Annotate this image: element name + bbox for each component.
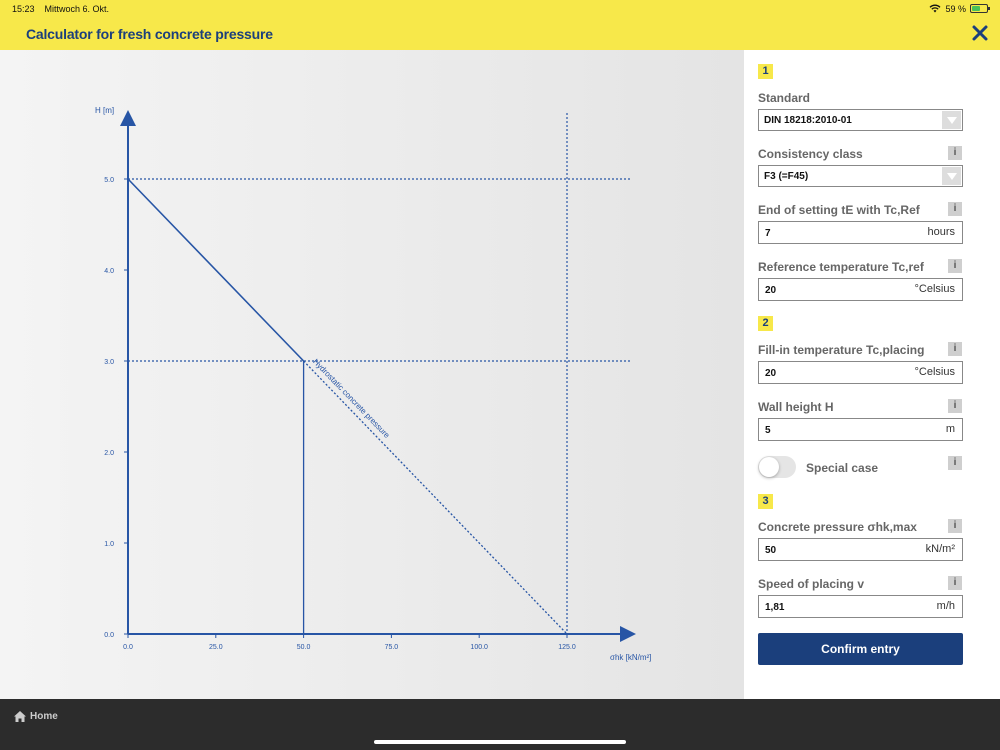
series-line-solid — [127, 178, 305, 362]
end-setting-unit: hours — [927, 226, 955, 238]
ref-temp-value: 20 — [765, 285, 777, 296]
x-axis-label: σhk [kN/m²] — [610, 653, 651, 662]
info-icon[interactable]: i — [948, 399, 962, 413]
consistency-value: F3 (=F45) — [764, 171, 809, 182]
info-icon[interactable]: i — [948, 146, 962, 160]
info-icon[interactable]: i — [948, 456, 962, 470]
pressure-unit: kN/m² — [925, 543, 955, 555]
chevron-down-icon — [942, 167, 961, 185]
chevron-down-icon — [942, 111, 961, 129]
bottom-bar: Home — [0, 699, 1000, 750]
consistency-label: Consistency class — [758, 147, 863, 161]
step-1-badge: 1 — [758, 64, 773, 79]
chart-annotation: Hydrostatic concrete pressure — [311, 357, 392, 440]
input-panel: 1 Standard DIN 18218:2010-01 Consistency… — [744, 50, 1000, 699]
fill-temp-field[interactable]: 20 °Celsius — [758, 361, 963, 384]
y-axis-label: H [m] — [95, 106, 114, 115]
ref-temp-label: Reference temperature Tc,ref — [758, 260, 924, 274]
y-tick-label: 4.0 — [104, 268, 114, 275]
info-icon[interactable]: i — [948, 342, 962, 356]
pressure-value: 50 — [765, 545, 777, 556]
app-header: Calculator for fresh concrete pressure — [0, 17, 1000, 50]
y-tick-label: 3.0 — [104, 359, 114, 366]
pressure-chart: 0.0 25.0 50.0 75.0 100.0 125.0 0.0 1.0 2.0 3.0 4.0… — [95, 106, 651, 662]
page-title: Calculator for fresh concrete pressure — [26, 25, 273, 42]
info-icon[interactable]: i — [948, 202, 962, 216]
home-indicator[interactable] — [374, 740, 626, 744]
info-icon[interactable]: i — [948, 576, 962, 590]
status-right: 59 % — [929, 3, 990, 14]
series-lines — [127, 178, 568, 635]
x-tick-label: 50.0 — [297, 644, 311, 651]
status-bar: 15:23 Mittwoch 6. Okt. 59 % — [0, 0, 1000, 17]
speed-unit: m/h — [936, 600, 955, 612]
pressure-field[interactable]: 50 kN/m² — [758, 538, 963, 561]
close-icon[interactable] — [970, 23, 990, 43]
fill-temp-unit: °Celsius — [914, 366, 955, 378]
wall-height-label: Wall height H — [758, 400, 834, 414]
wall-height-field[interactable]: 5 m — [758, 418, 963, 441]
battery-percent: 59 % — [945, 3, 966, 14]
battery-icon — [970, 4, 990, 13]
home-icon — [14, 711, 26, 722]
pressure-label: Concrete pressure σhk,max — [758, 520, 917, 534]
ref-temp-field[interactable]: 20 °Celsius — [758, 278, 963, 301]
series-line-dotted — [303, 360, 568, 635]
wall-height-unit: m — [945, 423, 955, 435]
ref-temp-unit: °Celsius — [914, 283, 955, 295]
fill-temp-label: Fill-in temperature Tc,placing — [758, 343, 925, 357]
y-tick-label: 5.0 — [104, 177, 114, 184]
end-setting-value: 7 — [765, 228, 771, 239]
home-label: Home — [30, 711, 58, 722]
chart-area: 0.0 25.0 50.0 75.0 100.0 125.0 0.0 1.0 2.0 3.0 4.0… — [0, 50, 744, 699]
step-3-badge: 3 — [758, 494, 773, 509]
standard-label: Standard — [758, 91, 811, 105]
wall-height-value: 5 — [765, 425, 771, 436]
chart-axes — [120, 110, 636, 642]
reference-lines — [128, 113, 632, 634]
special-case-label: Special case — [806, 461, 879, 475]
consistency-select[interactable]: F3 (=F45) — [758, 165, 963, 187]
speed-field[interactable]: 1,81 m/h — [758, 595, 963, 618]
x-tick-label: 125.0 — [558, 644, 576, 651]
standard-value: DIN 18218:2010-01 — [764, 115, 852, 126]
step-2-badge: 2 — [758, 316, 773, 331]
x-tick-label: 25.0 — [209, 644, 223, 651]
y-tick-label: 2.0 — [104, 450, 114, 457]
home-button[interactable]: Home — [14, 711, 58, 722]
y-tick-label: 0.0 — [104, 632, 114, 639]
speed-value: 1,81 — [765, 602, 785, 613]
x-tick-label: 75.0 — [385, 644, 399, 651]
wifi-icon — [930, 4, 941, 13]
tick-labels: 0.0 25.0 50.0 75.0 100.0 125.0 0.0 1.0 2.0 3.0 4.0… — [104, 177, 576, 651]
standard-select[interactable]: DIN 18218:2010-01 — [758, 109, 963, 131]
end-setting-label: End of setting tE with Tc,Ref — [758, 203, 920, 217]
x-tick-label: 100.0 — [470, 644, 488, 651]
x-tick-label: 0.0 — [123, 644, 133, 651]
toggle-knob — [759, 457, 779, 477]
end-setting-field[interactable]: 7 hours — [758, 221, 963, 244]
status-time: 15:23 — [12, 3, 35, 14]
special-case-toggle[interactable] — [758, 456, 796, 478]
status-date: Mittwoch 6. Okt. — [44, 3, 110, 14]
fill-temp-value: 20 — [765, 368, 777, 379]
confirm-entry-button[interactable]: Confirm entry — [758, 633, 963, 665]
y-tick-label: 1.0 — [104, 541, 114, 548]
speed-label: Speed of placing v — [758, 577, 865, 591]
info-icon[interactable]: i — [948, 519, 962, 533]
info-icon[interactable]: i — [948, 259, 962, 273]
